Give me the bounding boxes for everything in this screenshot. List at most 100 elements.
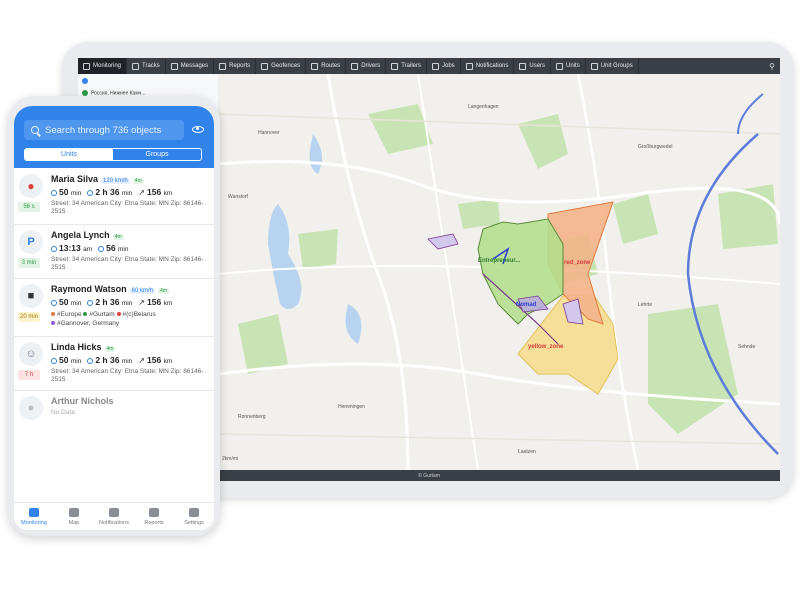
globe-icon[interactable]	[82, 78, 88, 84]
map-canvas[interactable]	[218, 74, 780, 470]
tag-text: #Europe	[57, 311, 82, 318]
nav-routes[interactable]: Routes	[306, 58, 347, 74]
list-item[interactable]: ● Arthur Nichols No Data	[14, 390, 214, 426]
eye-icon[interactable]	[192, 123, 204, 135]
nav-label: Monitoring	[93, 63, 122, 69]
tab-notifications[interactable]: Notifications	[94, 503, 134, 530]
tag-text: #Gurtam	[89, 311, 115, 318]
messages-icon	[170, 62, 178, 70]
bell-icon	[109, 508, 119, 517]
duration-icon	[87, 357, 94, 364]
distance-unit: km	[163, 358, 173, 365]
map-town-label: Langenhagen	[468, 104, 499, 110]
time-value: 50	[59, 355, 69, 365]
duration-icon	[98, 245, 105, 252]
nav-messages[interactable]: Messages	[166, 58, 215, 74]
unit-name: Linda Hicks 4m	[51, 342, 116, 352]
geofence-label-yellow[interactable]: yellow_zone	[528, 344, 563, 350]
map-icon	[69, 508, 79, 517]
nav-drivers[interactable]: Drivers	[346, 58, 387, 74]
nav-users[interactable]: Users	[514, 58, 552, 74]
map-scale: 2km/mi	[222, 456, 239, 462]
status-badge: 20 min	[18, 312, 40, 322]
nav-label: Tracks	[142, 63, 160, 69]
users-icon	[519, 62, 527, 70]
nav-monitoring[interactable]: Monitoring	[78, 58, 128, 74]
time-unit: am	[83, 246, 93, 253]
tab-map[interactable]: Map	[54, 503, 94, 530]
map-town-label: Wunstorf	[228, 194, 248, 200]
nav-label: Routes	[321, 63, 341, 69]
distance-value: 156	[147, 297, 162, 307]
tag: #(c)Belarus	[116, 311, 156, 318]
units-icon	[556, 62, 564, 70]
top-navigation: Monitoring Tracks Messages Reports Geofe…	[78, 58, 780, 74]
unit-name-text: Maria Silva	[51, 174, 99, 184]
list-item[interactable]: ☺ 7 h Linda Hicks 4m 50 min 2 h 36 min ↗ 1…	[14, 336, 214, 391]
tab-groups[interactable]: Groups	[113, 149, 201, 160]
search-icon	[31, 126, 39, 134]
geofence-label-blue[interactable]: Nomad	[516, 302, 536, 308]
unit-stats: 13:13 am 56 min	[51, 243, 128, 253]
list-item[interactable]: P 3 min Angela Lynch 4m 13:13 am 56 min S…	[14, 224, 214, 279]
nav-reports[interactable]: Reports	[214, 58, 257, 74]
duration-icon	[87, 299, 94, 306]
duration-unit: min	[121, 300, 133, 307]
monitoring-icon	[83, 62, 90, 70]
nav-tracks[interactable]: Tracks	[127, 58, 166, 74]
nav-label: Drivers	[361, 63, 381, 69]
geofence-label-red[interactable]: red_zone	[564, 260, 590, 266]
distance-value: 156	[147, 355, 162, 365]
nav-label: Jobs	[442, 63, 455, 69]
clock-icon	[51, 189, 57, 196]
nav-geofences[interactable]: Geofences	[256, 58, 307, 74]
nav-trailers[interactable]: Trailers	[386, 58, 427, 74]
distance-unit: km	[163, 300, 173, 307]
gps-badge: 4m	[104, 346, 116, 352]
map-town-label: Sehnde	[738, 344, 756, 350]
unit-icon: ●	[19, 396, 43, 420]
person-icon: ☺	[19, 342, 43, 366]
nav-label: Geofences	[271, 63, 301, 69]
list-item[interactable]: ● 56 s Maria Silva 120 km/h 4m 50 min 2 h …	[14, 168, 214, 225]
drivers-icon	[351, 62, 359, 70]
unit-groups-icon	[590, 62, 598, 70]
search-icon[interactable]: ⚲	[764, 58, 780, 74]
nav-notifications[interactable]: Notifications	[461, 58, 515, 74]
routes-icon	[311, 62, 319, 70]
nav-unit-groups[interactable]: Unit Groups	[586, 58, 639, 74]
nav-label: Notifications	[475, 63, 509, 69]
map-town-label: Laatzen	[518, 449, 536, 455]
map-city-label: Hannover	[258, 130, 280, 136]
status-badge: 3 min	[18, 258, 40, 268]
unit-stats: 50 min 2 h 36 min ↗ 156 km	[51, 355, 172, 365]
search-input[interactable]: Search through 736 objects	[24, 120, 184, 140]
unit-name: Angela Lynch 4m	[51, 230, 124, 240]
panel-toolbar	[82, 78, 91, 84]
units-groups-switch: Units Groups	[24, 148, 202, 161]
clock-icon	[51, 299, 57, 306]
tab-settings[interactable]: Settings	[174, 503, 214, 530]
tab-units[interactable]: Units	[25, 149, 113, 160]
parking-icon: P	[19, 230, 43, 254]
tab-reports[interactable]: Reports	[134, 503, 174, 530]
unit-address: Street: 34 American City: Etna State: MN…	[51, 256, 204, 271]
tag-text: #(c)Belarus	[122, 311, 156, 318]
duration-value: 2 h 36	[95, 297, 120, 307]
mileage-icon: ↗	[138, 188, 145, 197]
tag: #Gannover, Germany	[51, 320, 119, 327]
list-item[interactable]: ■ 20 min Raymond Watson 60 km/h 4m 50 min …	[14, 278, 214, 337]
unit-name-text: Angela Lynch	[51, 230, 110, 240]
speed-badge: 60 km/h	[129, 288, 156, 294]
tab-monitoring[interactable]: Monitoring	[14, 503, 54, 530]
nav-units[interactable]: Units	[551, 58, 586, 74]
phone-device: Search through 736 objects Units Groups …	[8, 96, 220, 536]
time-value: 50	[59, 297, 69, 307]
jobs-icon	[432, 62, 439, 70]
phone-screen: Search through 736 objects Units Groups …	[14, 106, 214, 530]
time-unit: min	[70, 300, 82, 307]
map-view[interactable]: Hannover Langenhagen Großburgwedel Lehrt…	[218, 74, 780, 470]
nav-jobs[interactable]: Jobs	[427, 58, 461, 74]
nav-label: Reports	[229, 63, 251, 69]
geofence-label-green[interactable]: Entrepreneur...	[478, 258, 520, 264]
